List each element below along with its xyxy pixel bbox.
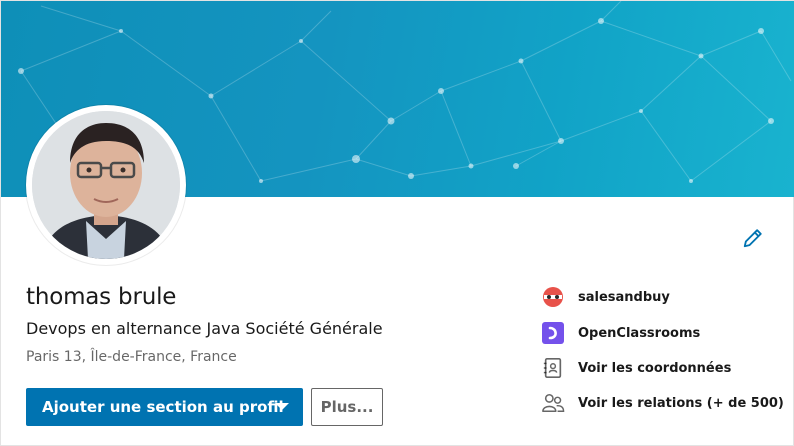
people-icon <box>541 391 565 415</box>
salesandbuy-logo-icon <box>541 285 565 309</box>
edit-profile-button[interactable] <box>739 224 767 252</box>
more-button[interactable]: Plus... <box>311 388 383 426</box>
profile-headline: Devops en alternance Java Société Généra… <box>26 319 383 338</box>
avatar <box>32 111 180 259</box>
person-portrait-icon <box>32 111 180 259</box>
sidebar-item-label: OpenClassrooms <box>578 325 701 341</box>
profile-name: thomas brule <box>26 284 177 310</box>
pencil-icon <box>743 229 762 248</box>
profile-location: Paris 13, Île-de-France, France <box>26 349 237 365</box>
sidebar-item-salesandbuy[interactable]: salesandbuy <box>541 285 670 309</box>
sidebar-item-connections[interactable]: Voir les relations (+ de 500) <box>541 391 784 415</box>
openclassrooms-logo-icon <box>541 321 565 345</box>
sidebar-item-contact-info[interactable]: Voir les coordonnées <box>541 356 731 380</box>
add-profile-section-button[interactable]: Ajouter une section au profil <box>26 388 303 426</box>
sidebar-item-openclassrooms[interactable]: OpenClassrooms <box>541 321 700 345</box>
contact-card-icon <box>541 356 565 380</box>
sidebar-item-label: Voir les relations (+ de 500) <box>578 395 784 411</box>
add-profile-section-label: Ajouter une section au profil <box>42 398 284 416</box>
sidebar-item-label: Voir les coordonnées <box>578 360 732 376</box>
profile-photo[interactable] <box>26 105 186 265</box>
profile-card: thomas brule Devops en alternance Java S… <box>0 0 794 446</box>
caret-down-icon <box>275 403 289 410</box>
sidebar-item-label: salesandbuy <box>578 289 670 305</box>
